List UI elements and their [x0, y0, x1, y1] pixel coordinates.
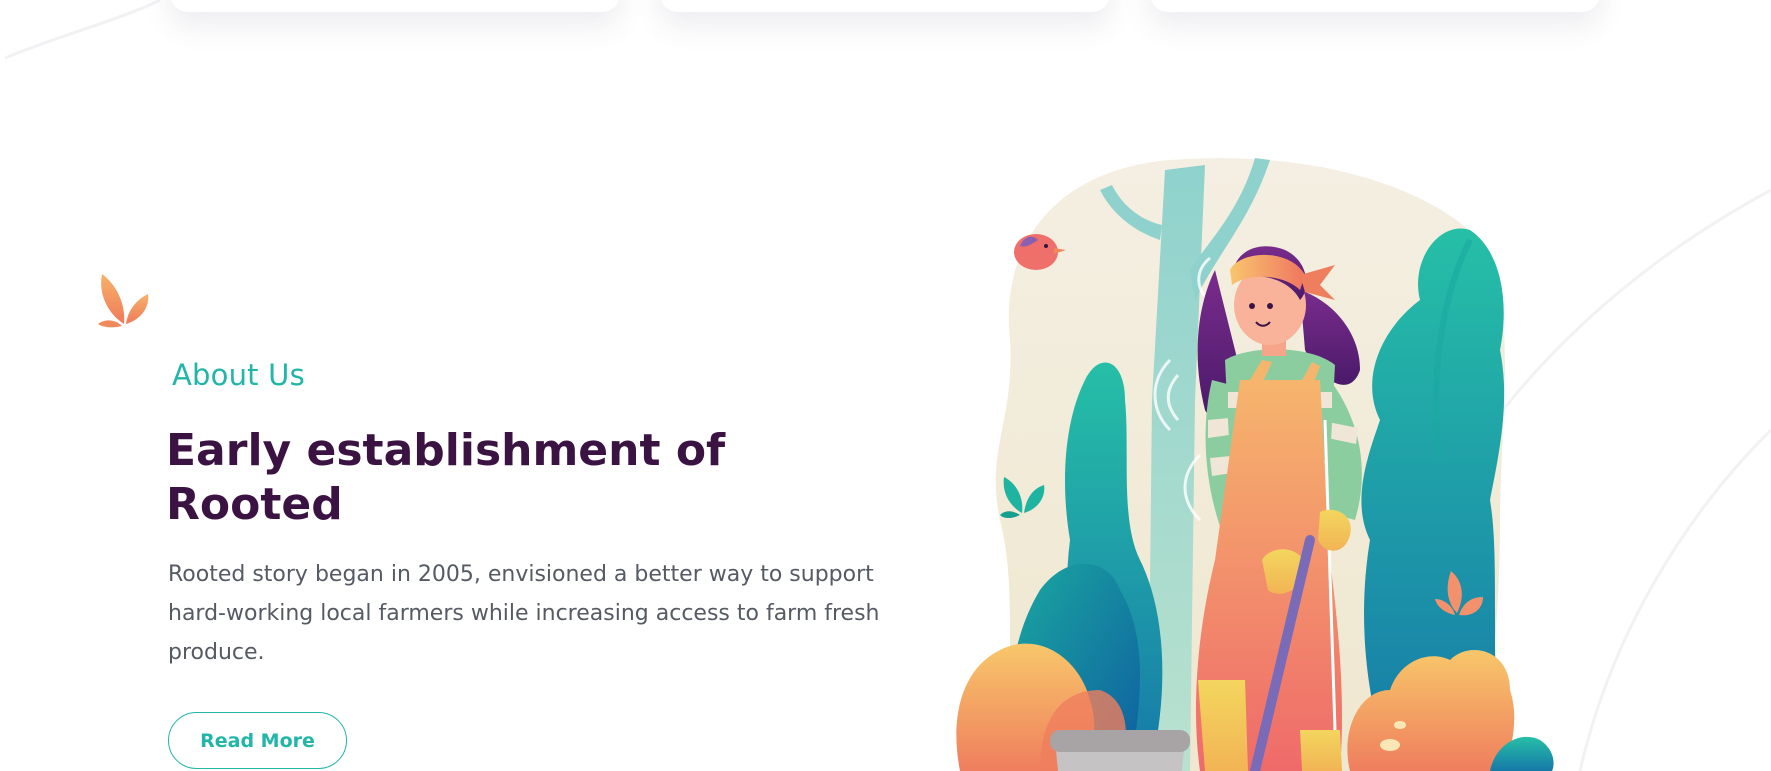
feature-card — [660, 0, 1110, 12]
section-heading: Early establishment of Rooted — [166, 425, 726, 530]
woman-gardener-illustration — [956, 158, 1554, 771]
feature-card — [170, 0, 620, 12]
feature-card — [1150, 0, 1600, 12]
section-body: Rooted story began in 2005, envisioned a… — [168, 562, 880, 665]
section-eyebrow: About Us — [172, 358, 305, 392]
read-more-button[interactable]: Read More — [168, 712, 347, 769]
about-section: About Us Early establishment of Rooted R… — [0, 0, 1771, 771]
leaf-sprout-icon — [98, 274, 149, 328]
